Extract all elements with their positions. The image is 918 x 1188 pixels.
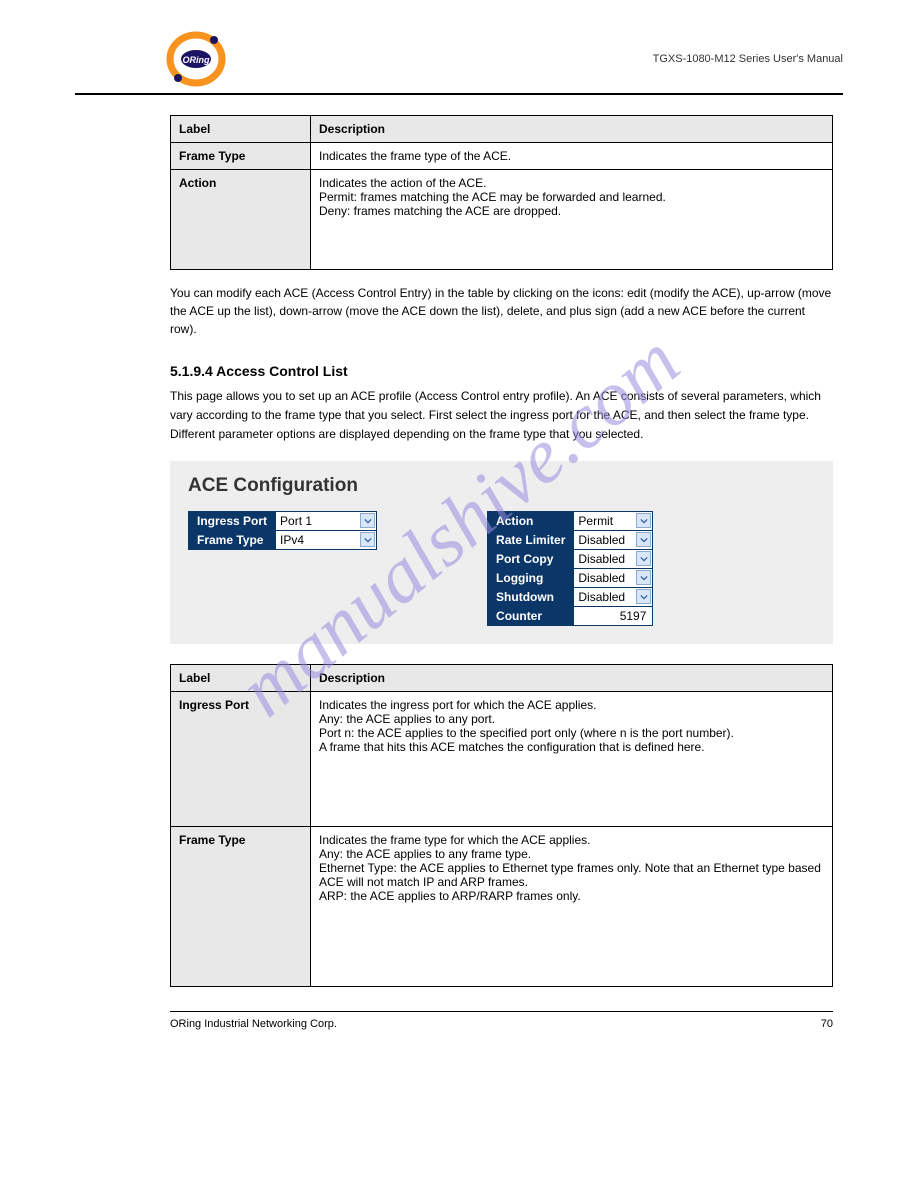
counter-label: Counter — [488, 606, 574, 625]
logging-value: Disabled — [578, 571, 625, 585]
ingress-portn-line: Port n: the ACE applies to the specified… — [319, 726, 824, 740]
ace-config-screenshot: ACE Configuration Ingress Port Port 1 — [170, 461, 833, 644]
ingress-any-line: Any: the ACE applies to any port. — [319, 712, 824, 726]
table-ingress-frame: Label Description Ingress Port Indicates… — [170, 664, 833, 987]
ingress-desc-line: Indicates the ingress port for which the… — [319, 698, 824, 712]
port-copy-select[interactable]: Disabled — [574, 550, 652, 567]
header-row: ORing TGXS-1080-M12 Series User's Manual — [75, 30, 843, 95]
port-copy-value: Disabled — [578, 552, 625, 566]
ingress-match-line: A frame that hits this ACE matches the c… — [319, 740, 824, 754]
shutdown-value: Disabled — [578, 590, 625, 604]
logging-label: Logging — [488, 568, 574, 587]
shutdown-select[interactable]: Disabled — [574, 588, 652, 605]
chevron-down-icon — [360, 513, 375, 528]
cell-action-desc: Indicates the action of the ACE. Permit:… — [311, 170, 833, 270]
cell-frame-type-desc2: Indicates the frame type for which the A… — [311, 826, 833, 986]
frame-type-select[interactable]: IPv4 — [276, 531, 376, 548]
action-select[interactable]: Permit — [574, 512, 652, 529]
ingress-port-select[interactable]: Port 1 — [276, 512, 376, 529]
table-frame-action: Label Description Frame Type Indicates t… — [170, 115, 833, 270]
chevron-down-icon — [636, 589, 651, 604]
footer: ORing Industrial Networking Corp. 70 — [170, 1011, 833, 1030]
logging-select[interactable]: Disabled — [574, 569, 652, 586]
ace-right-panel: Action Permit Rate Limiter Disabl — [487, 511, 653, 626]
brand-logo: ORing — [165, 30, 227, 88]
chevron-down-icon — [636, 532, 651, 547]
ingress-port-label: Ingress Port — [189, 511, 276, 530]
action-desc-line: Indicates the action of the ACE. — [319, 176, 824, 190]
action-permit-line: Permit: frames matching the ACE may be f… — [319, 190, 824, 204]
chevron-down-icon — [636, 551, 651, 566]
action-label: Action — [488, 511, 574, 530]
cell-frame-type-label2: Frame Type — [171, 826, 311, 986]
action-deny-line: Deny: frames matching the ACE are droppe… — [319, 204, 824, 218]
frame-type-label: Frame Type — [189, 530, 276, 549]
th-label: Label — [171, 116, 311, 143]
ingress-port-value: Port 1 — [280, 514, 312, 528]
th-desc: Description — [311, 664, 833, 691]
ace-config-title: ACE Configuration — [188, 475, 815, 497]
ft-arp-line: ARP: the ACE applies to ARP/RARP frames … — [319, 889, 824, 903]
chevron-down-icon — [636, 570, 651, 585]
cell-ingress-port-label: Ingress Port — [171, 691, 311, 826]
th-label: Label — [171, 664, 311, 691]
cell-ingress-port-desc: Indicates the ingress port for which the… — [311, 691, 833, 826]
note-block: You can modify each ACE (Access Control … — [170, 284, 833, 338]
frame-type-value: IPv4 — [280, 533, 304, 547]
ace-left-panel: Ingress Port Port 1 Frame Type IP — [188, 511, 377, 550]
rate-limiter-select[interactable]: Disabled — [574, 531, 652, 548]
shutdown-label: Shutdown — [488, 587, 574, 606]
doc-title: TGXS-1080-M12 Series User's Manual — [653, 53, 843, 65]
chevron-down-icon — [360, 532, 375, 547]
counter-value: 5197 — [574, 606, 653, 625]
th-desc: Description — [311, 116, 833, 143]
ft-desc-line: Indicates the frame type for which the A… — [319, 833, 824, 847]
body-paragraph: This page allows you to set up an ACE pr… — [170, 387, 833, 445]
ft-any-line: Any: the ACE applies to any frame type. — [319, 847, 824, 861]
chevron-down-icon — [636, 513, 651, 528]
rate-limiter-label: Rate Limiter — [488, 530, 574, 549]
cell-frame-type-desc: Indicates the frame type of the ACE. — [311, 143, 833, 170]
action-value: Permit — [578, 514, 613, 528]
cell-action-label: Action — [171, 170, 311, 270]
svg-text:ORing: ORing — [183, 55, 210, 65]
rate-limiter-value: Disabled — [578, 533, 625, 547]
cell-frame-type-label: Frame Type — [171, 143, 311, 170]
section-heading: 5.1.9.4 Access Control List — [170, 363, 833, 379]
ft-ethtype-line: Ethernet Type: the ACE applies to Ethern… — [319, 861, 824, 889]
footer-company: ORing Industrial Networking Corp. — [170, 1018, 337, 1030]
port-copy-label: Port Copy — [488, 549, 574, 568]
page-number: 70 — [821, 1018, 833, 1030]
